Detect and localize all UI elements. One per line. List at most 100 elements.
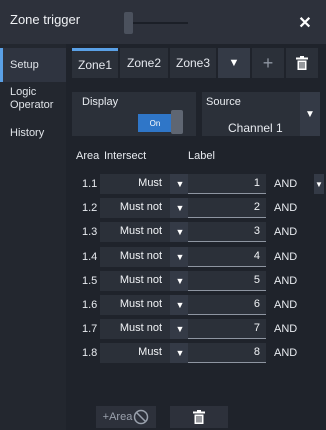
label-input[interactable]: 4 <box>188 246 266 267</box>
label-value: 6 <box>253 298 260 310</box>
intersect-value: Must not <box>119 201 162 214</box>
area-id: 1.6 <box>82 299 98 311</box>
tab-zone3[interactable]: Zone3 <box>170 48 216 78</box>
area-id: 1.3 <box>82 226 98 239</box>
dialog-title: Zone trigger <box>10 12 81 27</box>
logic-operator: AND <box>274 274 298 287</box>
logic-operator[interactable]: AND <box>274 178 297 190</box>
logic-operator: AND <box>274 347 298 360</box>
area-id: 1.7 <box>82 323 98 336</box>
label-input[interactable]: 3 <box>188 222 266 243</box>
label-input[interactable]: 5 <box>188 270 266 291</box>
intersect-column-header: Intersect <box>104 150 147 162</box>
setup-content: Zone1 Zone2 Zone3 ▼ + Display On Source … <box>66 44 326 430</box>
slider-track <box>124 22 188 24</box>
label-input[interactable]: 7 <box>188 319 266 340</box>
source-value: Channel 1 <box>228 121 283 135</box>
sidebar-item-label: Logic Operator <box>10 86 54 111</box>
add-area-button[interactable]: +Area <box>96 406 156 428</box>
intersect-select[interactable]: Must not ▼ <box>100 319 190 340</box>
chevron-down-icon[interactable]: ▼ <box>170 174 190 194</box>
intersect-select[interactable]: Must ▼ <box>100 343 190 364</box>
tab-zone1[interactable]: Zone1 <box>72 48 118 78</box>
sidebar: Setup Logic Operator History <box>0 44 66 430</box>
label-value: 7 <box>253 322 260 335</box>
label-input[interactable]: 1 <box>188 174 266 194</box>
logic-operator: AND <box>274 323 298 336</box>
chevron-down-icon[interactable]: ▼ <box>170 198 190 219</box>
source-dropdown-button[interactable]: ▼ <box>300 92 320 136</box>
trash-icon <box>296 56 308 70</box>
chevron-down-icon[interactable]: ▼ <box>170 343 190 364</box>
delete-zone-button[interactable] <box>286 48 318 78</box>
intersect-value: Must <box>138 346 162 359</box>
label-input[interactable]: 8 <box>188 343 266 364</box>
area-row: 1.4 Must not ▼ 4 AND <box>66 245 326 269</box>
tab-zone2[interactable]: Zone2 <box>120 48 168 78</box>
intersect-select[interactable]: Must ▼ <box>100 174 190 194</box>
label-value: 3 <box>253 225 260 238</box>
label-input[interactable]: 6 <box>188 295 266 315</box>
intersect-value: Must not <box>119 225 162 238</box>
label-value: 8 <box>253 346 260 359</box>
area-row: 1.8 Must ▼ 8 AND <box>66 341 326 365</box>
area-row: 1.1 Must ▼ 1 AND ▼ <box>66 172 326 196</box>
area-id: 1.2 <box>82 202 98 215</box>
add-area-label: +Area <box>102 411 133 423</box>
close-button[interactable]: ✕ <box>294 12 316 34</box>
intersect-select[interactable]: Must not ▼ <box>100 246 190 267</box>
logic-operator: AND <box>274 250 298 263</box>
area-row: 1.3 Must not ▼ 3 AND <box>66 220 326 244</box>
zone-tabs: Zone1 Zone2 Zone3 ▼ + <box>72 48 322 78</box>
label-value: 2 <box>253 201 260 214</box>
area-row: 1.6 Must not ▼ 6 AND <box>66 293 326 317</box>
add-zone-button[interactable]: + <box>252 48 284 78</box>
slider-knob[interactable] <box>124 12 133 34</box>
chevron-down-icon[interactable]: ▼ <box>170 295 190 315</box>
chevron-down-icon[interactable]: ▼ <box>170 319 190 340</box>
logic-operator: AND <box>274 226 298 239</box>
intersect-select[interactable]: Must not ▼ <box>100 270 190 291</box>
toggle-on-label: On <box>138 114 172 132</box>
intersect-select[interactable]: Must not ▼ <box>100 198 190 219</box>
source-label: Source <box>206 96 241 108</box>
title-bar-slider[interactable] <box>124 12 188 34</box>
intersect-select[interactable]: Must not ▼ <box>100 295 190 315</box>
title-bar: Zone trigger ✕ <box>0 0 326 44</box>
toggle-knob <box>171 110 183 134</box>
area-id: 1.1 <box>82 178 98 190</box>
sidebar-item-label: Setup <box>10 59 39 71</box>
tab-label: Zone2 <box>126 56 162 70</box>
plus-icon: + <box>262 52 274 73</box>
intersect-select[interactable]: Must not ▼ <box>100 222 190 243</box>
sidebar-item-logic-operator[interactable]: Logic Operator <box>0 82 66 122</box>
display-toggle[interactable]: On <box>138 110 184 134</box>
area-row: 1.2 Must not ▼ 2 AND <box>66 196 326 220</box>
zone-trigger-dialog: Zone trigger ✕ Setup Logic Operator Hist… <box>0 0 326 430</box>
area-column-header: Area <box>76 150 100 162</box>
label-value: 5 <box>253 273 260 286</box>
intersect-value: Must not <box>119 298 162 310</box>
sidebar-item-setup[interactable]: Setup <box>0 48 66 82</box>
label-column-header: Label <box>188 150 215 162</box>
area-id: 1.4 <box>82 250 98 263</box>
chevron-down-icon: ▼ <box>228 57 240 69</box>
no-entry-icon <box>134 409 149 425</box>
logic-operator: AND <box>274 202 298 215</box>
delete-area-button[interactable] <box>170 406 228 428</box>
sidebar-item-history[interactable]: History <box>0 122 66 150</box>
label-value: 1 <box>253 177 260 189</box>
label-input[interactable]: 2 <box>188 198 266 219</box>
chevron-down-icon[interactable]: ▼ <box>170 246 190 267</box>
display-label: Display <box>82 96 119 108</box>
chevron-down-icon[interactable]: ▼ <box>170 222 190 243</box>
logic-operator: AND <box>274 299 298 311</box>
intersect-value: Must not <box>119 249 162 262</box>
intersect-value: Must <box>138 177 162 189</box>
area-row: 1.5 Must not ▼ 5 AND <box>66 269 326 293</box>
tabs-dropdown-button[interactable]: ▼ <box>218 48 250 78</box>
trash-icon <box>193 410 205 424</box>
tab-label: Zone1 <box>77 57 113 72</box>
chevron-down-icon[interactable]: ▼ <box>314 174 324 194</box>
chevron-down-icon[interactable]: ▼ <box>170 270 190 291</box>
